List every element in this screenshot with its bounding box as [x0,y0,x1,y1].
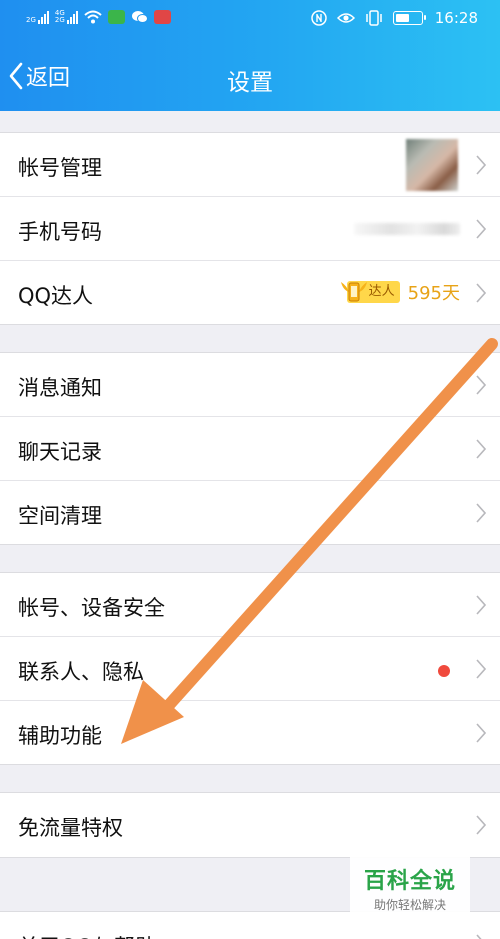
chevron-right-icon [476,219,486,239]
chevron-right-icon [476,723,486,743]
chevron-right-icon [476,659,486,679]
reader-app-icon [153,10,171,24]
row-label: 帐号管理 [18,156,102,180]
row-label: 空间清理 [18,504,102,528]
chevron-right-icon [476,503,486,523]
wifi-icon [84,10,102,24]
chevron-right-icon [476,934,482,939]
row-accessibility[interactable]: 辅助功能 [0,701,500,765]
chevron-right-icon [476,375,486,395]
row-label: 聊天记录 [18,440,102,464]
header: 2G 4G 2G 16:28 返回 设置 [0,0,500,111]
row-label: 消息通知 [18,376,102,400]
row-label: 帐号、设备安全 [18,596,165,620]
row-about-help[interactable]: 关于QQ与帮助 [0,912,500,939]
privilege-group: 免流量特权 [0,792,500,858]
page-title: 设置 [227,70,273,96]
row-label: QQ达人 [18,284,94,308]
account-group: 帐号管理 手机号码 QQ达人 达人 595天 [0,132,500,325]
row-label: 辅助功能 [18,724,102,748]
avatar [406,139,458,191]
row-account-device-security[interactable]: 帐号、设备安全 [0,573,500,637]
watermark-logo: 百科全说 助你轻松解决 [350,855,470,913]
watermark-subtitle: 助你轻松解决 [373,898,446,912]
row-qq-daren[interactable]: QQ达人 达人 595天 [0,261,500,325]
status-right: 16:28 [311,9,478,27]
eye-icon [336,13,355,23]
row-storage-cleanup[interactable]: 空间清理 [0,481,500,545]
chevron-right-icon [476,283,486,303]
daren-status: 达人 595天 [340,279,460,305]
battery-icon [392,11,426,25]
daren-badge-label: 达人 [368,284,395,299]
sim2-signal-icon: 4G 2G [55,10,78,24]
nfc-icon [311,10,327,26]
row-account-management[interactable]: 帐号管理 [0,133,500,197]
new-indicator-dot [438,665,450,677]
row-phone-number[interactable]: 手机号码 [0,197,500,261]
security-group: 帐号、设备安全 联系人、隐私 辅助功能 [0,572,500,765]
row-label: 手机号码 [18,220,102,244]
nav-bar: 返回 设置 [0,40,500,111]
daren-wing-icon [340,282,367,302]
status-bar: 2G 4G 2G 16:28 [0,0,500,40]
settings-screen: 2G 4G 2G 16:28 返回 设置 帐号管理 手机号码 QQ达人 达人 5… [0,0,500,939]
row-message-notifications[interactable]: 消息通知 [0,353,500,417]
phone-number-masked [354,223,460,235]
row-label: 联系人、隐私 [18,660,144,684]
chevron-right-icon [476,155,486,175]
row-label: 免流量特权 [18,816,123,840]
messages-group: 消息通知 聊天记录 空间清理 [0,352,500,545]
app-notification-icon [107,10,125,24]
row-chat-history[interactable]: 聊天记录 [0,417,500,481]
vibrate-icon [366,10,382,26]
watermark-title: 百科全说 [363,869,456,894]
row-label: 关于QQ与帮助 [18,931,156,939]
chevron-right-icon [476,439,486,459]
daren-badge: 达人 [340,281,400,303]
about-group: 关于QQ与帮助 [0,911,500,939]
chevron-right-icon [476,815,486,835]
daren-days: 595天 [407,283,460,304]
status-left: 2G 4G 2G [26,10,171,24]
chat-icon [131,11,148,23]
sim1-signal-icon: 2G [26,10,49,24]
chevron-right-icon [476,595,486,615]
status-time: 16:28 [434,9,478,27]
row-contacts-privacy[interactable]: 联系人、隐私 [0,637,500,701]
row-free-data-privilege[interactable]: 免流量特权 [0,793,500,857]
